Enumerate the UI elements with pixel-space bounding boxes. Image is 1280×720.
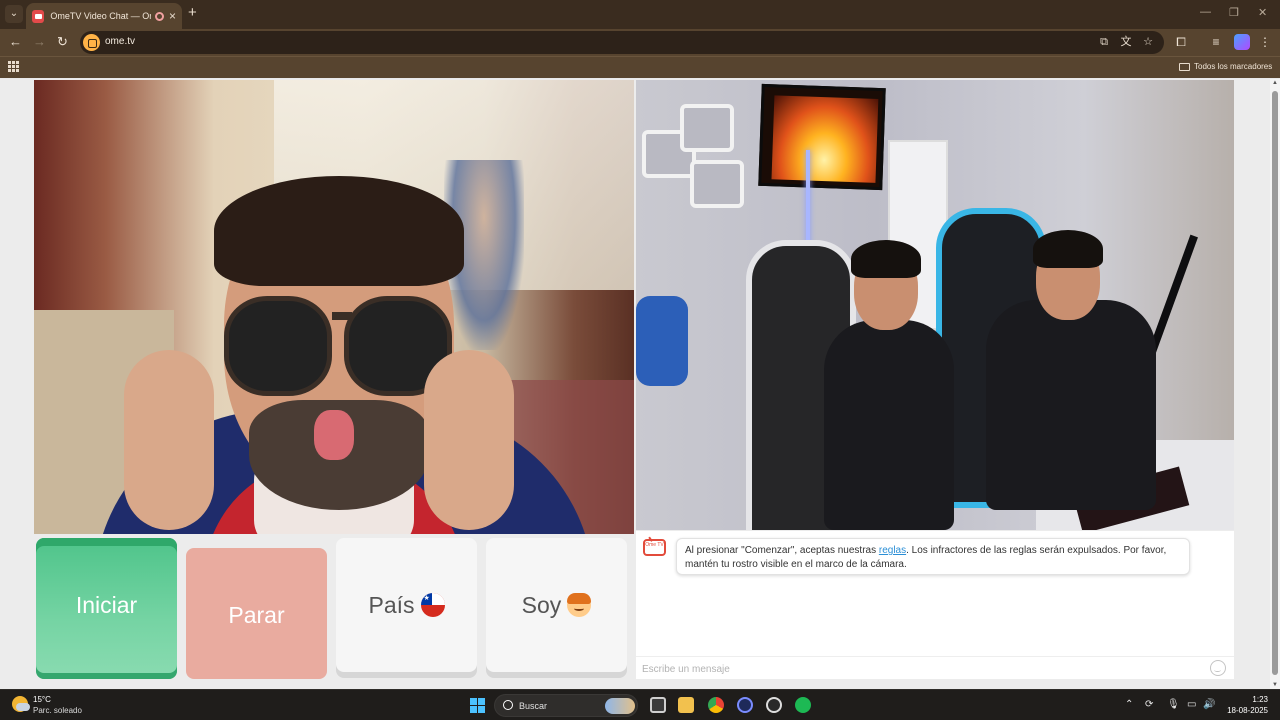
active-tab[interactable]: OmeTV Video Chat — Ome × <box>26 3 182 29</box>
video-fireplace <box>771 95 879 183</box>
chat-panel: Ome TV Al presionar "Comenzar", aceptas … <box>636 531 1234 679</box>
video-hex-shelf <box>690 160 744 208</box>
network-icon[interactable]: ▭ <box>1187 699 1196 711</box>
app-icon[interactable] <box>737 697 753 713</box>
spotify-icon[interactable] <box>795 697 811 713</box>
video-person-hair <box>214 176 464 286</box>
windows-start-icon[interactable] <box>470 698 485 713</box>
chat-message-input[interactable] <box>642 661 1202 677</box>
video-sunglasses-bridge <box>332 312 352 320</box>
scroll-thumb[interactable] <box>1272 91 1278 675</box>
system-message: Al presionar "Comenzar", aceptas nuestra… <box>676 538 1190 575</box>
search-icon <box>503 700 513 710</box>
ometv-favicon-icon <box>32 9 45 23</box>
search-highlight-icon <box>605 698 635 714</box>
page-scrollbar[interactable]: ▲ ▼ <box>1270 79 1280 689</box>
profile-avatar-icon[interactable] <box>1234 34 1250 50</box>
volume-icon[interactable]: 🔊 <box>1203 699 1215 711</box>
media-control-icon[interactable]: ≡ <box>1208 34 1224 50</box>
video-hex-shelf <box>680 104 734 152</box>
install-app-icon[interactable]: ⧉ <box>1097 35 1111 49</box>
weather-condition[interactable]: Parc. soleado <box>33 706 82 715</box>
country-button-label: País <box>368 592 415 618</box>
microphone-icon[interactable]: 🎙 <box>1167 699 1180 711</box>
video-water-jug <box>636 296 688 386</box>
video-hand-left <box>124 350 214 530</box>
task-view-icon[interactable] <box>650 697 666 713</box>
extensions-icon[interactable]: ⧠ <box>1173 34 1189 50</box>
menu-icon[interactable]: ⋮ <box>1257 34 1273 50</box>
windows-taskbar: 15°C Parc. soleado Buscar ⌃ ⟳ 🎙 ▭ 🔊 1:23… <box>0 689 1280 720</box>
remote-video <box>636 80 1234 530</box>
chile-flag-icon: ★ <box>420 593 445 617</box>
tab-close-icon[interactable]: × <box>169 10 176 22</box>
all-bookmarks-link[interactable]: Todos los marcadores <box>1194 62 1272 71</box>
tray-sync-icon[interactable]: ⟳ <box>1145 699 1153 711</box>
video-person-body <box>824 320 954 530</box>
chat-input-bar <box>636 656 1234 679</box>
taskbar-search-label: Buscar <box>519 701 548 711</box>
boy-emoji-icon <box>567 593 592 617</box>
start-button[interactable]: Iniciar <box>36 538 177 679</box>
stop-button[interactable]: Parar <box>186 548 327 679</box>
restore-icon[interactable]: ❐ <box>1229 6 1239 19</box>
tray-chevron-up-icon[interactable]: ⌃ <box>1125 699 1133 711</box>
address-bar[interactable]: ome.tv ⧉ 文 ☆ <box>80 31 1164 54</box>
weather-partly-sunny-icon[interactable] <box>12 696 30 712</box>
taskbar-search[interactable]: Buscar <box>494 694 638 717</box>
forward-icon[interactable]: → <box>33 34 46 50</box>
gender-select-button[interactable]: Soy <box>486 538 627 672</box>
bookmarks-bar: Todos los marcadores <box>0 56 1280 78</box>
country-select-button[interactable]: País ★ <box>336 538 477 672</box>
url-text[interactable]: ome.tv <box>105 36 135 47</box>
new-tab-icon[interactable]: + <box>188 5 197 21</box>
local-video <box>34 80 634 534</box>
scroll-down-icon[interactable]: ▼ <box>1271 682 1279 688</box>
video-person-hair <box>851 240 921 278</box>
stop-button-label: Parar <box>228 602 285 628</box>
tab-recording-icon[interactable] <box>155 11 164 21</box>
weather-temperature[interactable]: 15°C <box>33 695 51 704</box>
emoji-icon[interactable] <box>1210 660 1226 676</box>
app-icon[interactable] <box>766 697 782 713</box>
tab-title: OmeTV Video Chat — Ome <box>50 11 152 21</box>
rules-link[interactable]: reglas <box>879 545 906 556</box>
video-person-hair <box>1033 230 1103 268</box>
window-close-icon[interactable]: ✕ <box>1258 6 1267 19</box>
gender-button-label: Soy <box>521 592 562 618</box>
minimize-icon[interactable]: — <box>1200 6 1211 18</box>
video-person-body <box>986 300 1156 510</box>
video-tv <box>758 83 886 191</box>
bookmark-star-icon[interactable]: ☆ <box>1141 35 1155 49</box>
ometv-logo-icon: Ome TV <box>643 539 666 556</box>
site-info-icon[interactable] <box>83 34 100 51</box>
file-explorer-icon[interactable] <box>678 697 694 713</box>
back-icon[interactable]: ← <box>9 34 22 50</box>
chrome-icon[interactable] <box>708 697 724 713</box>
reload-icon[interactable]: ↻ <box>57 34 68 50</box>
apps-grid-icon[interactable] <box>8 61 19 72</box>
clock-date[interactable]: 18-08-2025 <box>1220 706 1268 715</box>
scroll-up-icon[interactable]: ▲ <box>1271 80 1279 86</box>
browser-toolbar: ← → ↻ ome.tv ⧉ 文 ☆ ⧠ ≡ ⋮ <box>0 29 1280 56</box>
tab-bar: ⌄ OmeTV Video Chat — Ome × + — ❐ ✕ <box>0 0 1280 29</box>
video-hand-right <box>424 350 514 530</box>
start-button-label: Iniciar <box>75 592 138 618</box>
video-sunglasses-left <box>224 296 332 396</box>
folder-icon <box>1179 63 1190 71</box>
translate-icon[interactable]: 文 <box>1119 35 1133 49</box>
system-message-text-start: Al presionar "Comenzar", aceptas nuestra… <box>685 545 879 556</box>
video-person-mouth <box>314 410 354 460</box>
clock-time[interactable]: 1:23 <box>1228 695 1268 704</box>
tab-search-icon[interactable]: ⌄ <box>5 5 23 23</box>
